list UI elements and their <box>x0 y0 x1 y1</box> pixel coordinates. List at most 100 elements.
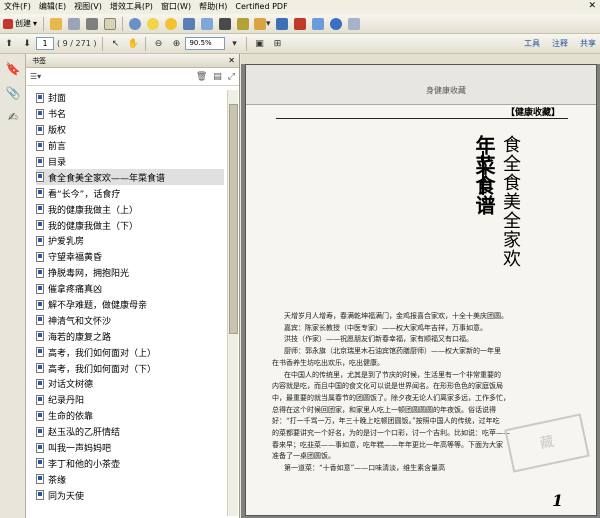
zoom-in-button[interactable]: ⊕ <box>169 36 183 52</box>
delete-bookmark-icon[interactable]: 🗑 <box>196 72 207 82</box>
fit-page-button[interactable]: ▣ <box>252 36 266 52</box>
signatures-panel-button[interactable]: ✍ <box>4 108 22 126</box>
attachments-panel-button[interactable]: 📎 <box>4 84 22 102</box>
select-tool-button[interactable]: ↖ <box>108 36 122 52</box>
document-top-strip <box>241 54 600 64</box>
chevron-down-icon: ▾ <box>266 18 271 29</box>
bookmark-item[interactable]: 高考，我们如何面对（下） <box>36 360 224 376</box>
next-page-button[interactable]: ⬇ <box>20 36 34 52</box>
form-button[interactable] <box>200 16 214 32</box>
pages-icon <box>347 17 360 30</box>
bookmark-item[interactable]: 书名 <box>36 106 224 122</box>
comment-button[interactable] <box>146 16 160 32</box>
separator <box>122 16 124 31</box>
bookmark-item[interactable]: 我的健康我做主（上） <box>36 201 224 217</box>
menu-window[interactable]: 窗口(W) <box>157 0 195 14</box>
bookmark-item[interactable]: 高考，我们如何面对（上） <box>36 344 224 360</box>
email-button[interactable] <box>103 16 117 32</box>
separator <box>246 36 248 51</box>
body-line: 嘉宾：陈家长教授（中医专家）——权大家鸡年吉祥，万事如意。 <box>284 323 487 332</box>
options-menu-button[interactable]: ☰▾ <box>30 72 41 81</box>
bookmark-item[interactable]: 神清气和文怀沙 <box>36 312 224 328</box>
lock-icon <box>237 17 250 30</box>
bookmark-item[interactable]: 看“长今”，话食疗 <box>36 185 224 201</box>
bookmark-item[interactable]: 守望幸福黄昏 <box>36 249 224 265</box>
scrollbar-thumb[interactable] <box>229 104 238 334</box>
bookmark-item[interactable]: 挣脱毒网，拥抱阳光 <box>36 265 224 281</box>
open-folder-button[interactable] <box>49 16 63 32</box>
chevron-down-icon: ▾ <box>33 19 38 28</box>
bookmark-item[interactable]: 催拿疼痛真凶 <box>36 281 224 297</box>
pdf-page[interactable]: 身健康收藏 【健康收藏】 食全食美全家欢 年菜食谱 天增岁月人增寿，春满乾坤福满… <box>245 64 597 516</box>
bookmark-item[interactable]: 目录 <box>36 154 224 170</box>
export-button[interactable] <box>275 16 289 32</box>
bookmark-item[interactable]: 前言 <box>36 138 224 154</box>
bookmark-item[interactable]: 解不孕难题，做健康母亲 <box>36 297 224 313</box>
secure-button[interactable] <box>236 16 250 32</box>
bookmark-item[interactable]: 李丁和他的小茶壶 <box>36 455 224 471</box>
bookmark-label: 封面 <box>48 94 67 105</box>
quickfill-button[interactable] <box>293 16 307 32</box>
share-link[interactable]: 共享 <box>580 38 596 49</box>
chevron-down-icon: ▾ <box>232 38 237 49</box>
save-button[interactable] <box>67 16 81 32</box>
bookmark-item[interactable]: 赵玉泓的乙肝情结 <box>36 424 224 440</box>
fit-width-button[interactable]: ⊞ <box>270 36 284 52</box>
multimedia-button[interactable] <box>218 16 232 32</box>
close-document-icon[interactable]: ✕ <box>588 1 596 11</box>
search-tool-button[interactable] <box>347 16 361 32</box>
zoom-dropdown[interactable]: ▾ <box>227 36 241 52</box>
menu-view[interactable]: 视图(V) <box>70 0 106 14</box>
bookmark-page-icon <box>36 474 44 485</box>
bookmark-item[interactable]: 护爱乳房 <box>36 233 224 249</box>
stamp-icon <box>183 17 196 30</box>
envelope-icon <box>104 17 117 30</box>
collaborate-button[interactable] <box>128 16 142 32</box>
bookmark-page-icon <box>36 426 44 437</box>
bookmark-item[interactable]: 叫我一声妈妈吧 <box>36 440 224 456</box>
bookmark-item[interactable]: 版权 <box>36 122 224 138</box>
bookmark-item[interactable]: 对话文树德 <box>36 376 224 392</box>
bookmark-page-icon <box>36 394 44 405</box>
bookmark-item[interactable]: 生命的依靠 <box>36 408 224 424</box>
new-bookmark-icon[interactable]: ▤ <box>213 72 222 82</box>
bookmark-page-icon <box>36 108 44 119</box>
menu-help[interactable]: 帮助(H) <box>195 0 231 14</box>
bookmark-label: 纪录丹阳 <box>48 396 85 407</box>
menu-edit[interactable]: 编辑(E) <box>35 0 70 14</box>
bookmarks-scrollbar[interactable] <box>227 90 238 516</box>
stamp-button[interactable] <box>182 16 196 32</box>
bookmark-label: 前言 <box>48 142 67 153</box>
bookmark-item[interactable]: 封面 <box>36 90 224 106</box>
page-number-input[interactable]: 1 <box>36 37 54 50</box>
menu-certified-pdf[interactable]: Certified PDF <box>231 0 291 14</box>
bookmark-item[interactable]: 纪录丹阳 <box>36 392 224 408</box>
bookmark-item[interactable]: 食全食美全家欢——年菜食谱 <box>36 169 224 186</box>
bookmark-label: 海若的康复之路 <box>48 332 112 343</box>
menu-plugins[interactable]: 增效工具(P) <box>106 0 157 14</box>
bookmark-label: 守望幸福黄昏 <box>48 253 103 264</box>
hand-tool-button[interactable]: ✋ <box>126 36 140 52</box>
print-button[interactable] <box>85 16 99 32</box>
bookmark-item[interactable]: 我的健康我做主（下） <box>36 217 224 233</box>
share-button[interactable] <box>311 16 325 32</box>
review-button[interactable] <box>164 16 178 32</box>
close-panel-icon[interactable]: ✕ <box>228 54 235 68</box>
create-button[interactable]: 创建 ▾ <box>0 18 40 29</box>
bookmarks-panel-button[interactable]: 🔖 <box>4 60 22 78</box>
menu-file[interactable]: 文件(F) <box>0 0 35 14</box>
sign-button[interactable]: ▾ <box>254 16 271 32</box>
zoom-out-button[interactable]: ⊖ <box>151 36 165 52</box>
form-icon <box>201 17 214 30</box>
tools-link[interactable]: 工具 <box>524 38 540 49</box>
bookmark-label: 生命的依靠 <box>48 412 94 423</box>
bookmark-item[interactable]: 茶缘 <box>36 471 224 487</box>
zoom-level-field[interactable]: 90.5% <box>185 37 226 50</box>
bookmark-item[interactable]: 同为天使 <box>36 487 224 503</box>
bookmark-item[interactable]: 海若的康复之路 <box>36 328 224 344</box>
comments-link[interactable]: 注释 <box>552 38 568 49</box>
previous-page-button[interactable]: ⬆ <box>2 36 16 52</box>
expand-bookmark-icon[interactable]: ⤢ <box>228 72 235 82</box>
help-button[interactable] <box>329 16 343 32</box>
menu-bar: 文件(F) 编辑(E) 视图(V) 增效工具(P) 窗口(W) 帮助(H) Ce… <box>0 0 600 14</box>
